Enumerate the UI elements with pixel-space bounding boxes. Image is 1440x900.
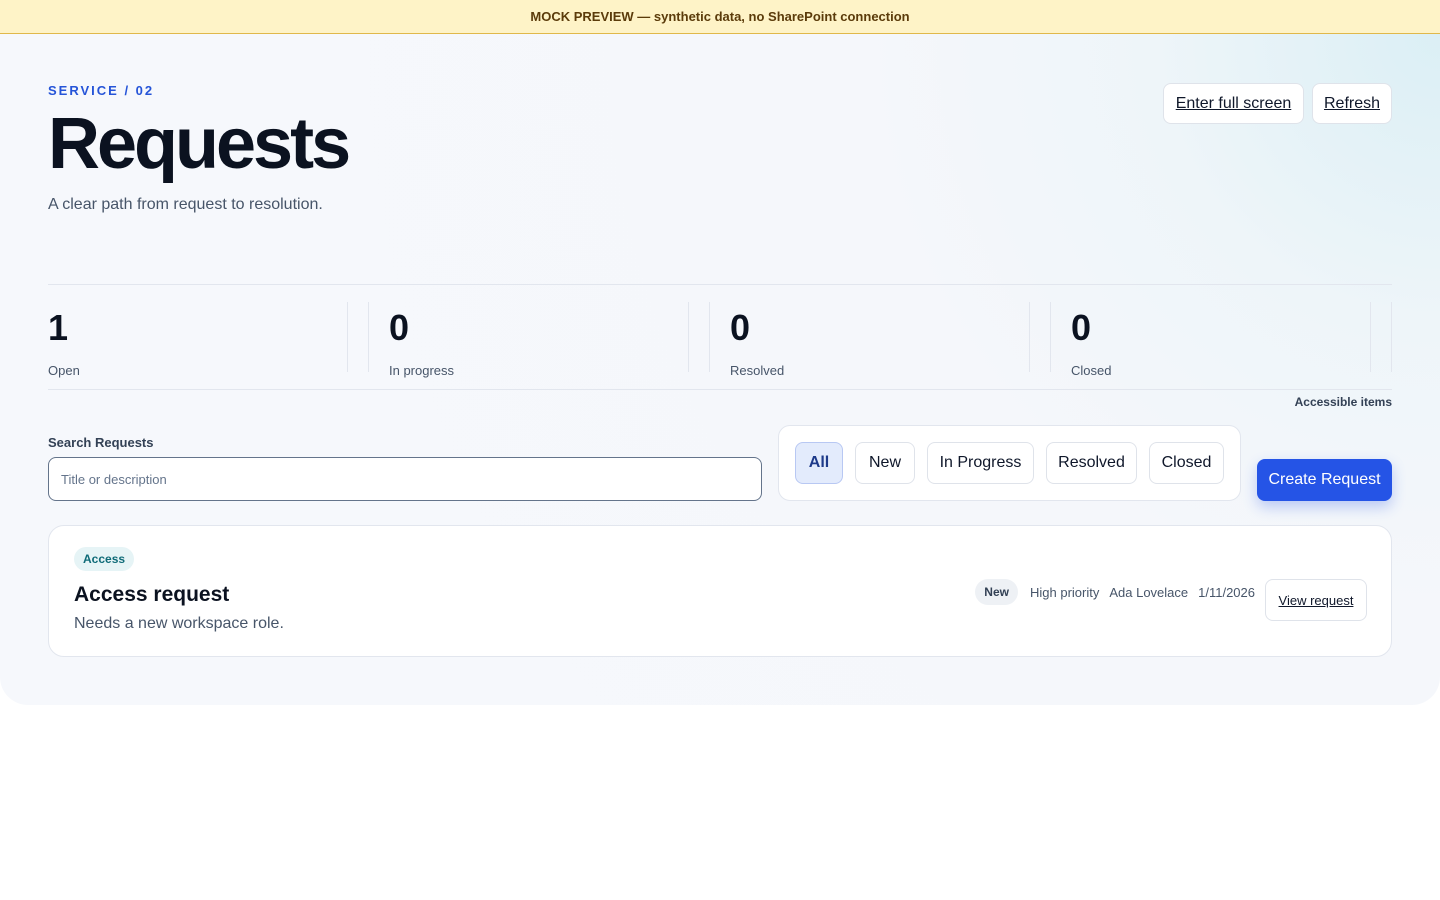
stat-divider xyxy=(1370,302,1371,372)
status-filter-group: All New In Progress Resolved Closed xyxy=(778,425,1241,501)
stat-value: 0 xyxy=(730,307,751,348)
stat-in-progress: 0 In progress xyxy=(389,302,454,379)
filter-resolved[interactable]: Resolved xyxy=(1046,442,1137,484)
banner-text: MOCK PREVIEW — synthetic data, no ShareP… xyxy=(530,9,910,24)
stat-value: 0 xyxy=(389,307,410,348)
request-description: Needs a new workspace role. xyxy=(74,615,284,632)
request-title: Access request xyxy=(74,583,230,606)
stat-divider xyxy=(368,302,369,372)
requests-panel: SERVICE / 02 Requests A clear path from … xyxy=(0,34,1440,705)
filter-closed[interactable]: Closed xyxy=(1149,442,1224,484)
page-title: Requests xyxy=(48,104,351,184)
request-date: 1/11/2026 xyxy=(1198,584,1255,600)
search-input[interactable] xyxy=(48,457,762,501)
refresh-button[interactable]: Refresh xyxy=(1312,83,1392,124)
stat-divider xyxy=(347,302,348,372)
mock-preview-banner: MOCK PREVIEW — synthetic data, no ShareP… xyxy=(0,0,1440,34)
stat-closed: 0 Closed xyxy=(1071,302,1111,379)
stat-divider xyxy=(1050,302,1051,372)
stat-open: 1 Open xyxy=(48,302,80,379)
stat-label: In progress xyxy=(389,363,455,378)
filter-all[interactable]: All xyxy=(795,442,843,484)
stat-divider xyxy=(1391,302,1392,372)
stat-divider xyxy=(709,302,710,372)
stats-bar: 1 Open 0 In progress 0 Resolved 0 Closed xyxy=(48,284,1392,390)
priority-label: High priority xyxy=(1029,584,1100,600)
status-badge: New xyxy=(975,579,1018,605)
enter-full-screen-button[interactable]: Enter full screen xyxy=(1163,83,1304,124)
stat-label: Resolved xyxy=(730,363,785,378)
assignee-name: Ada Lovelace xyxy=(1109,584,1189,600)
stat-divider xyxy=(1029,302,1030,372)
filter-in-progress[interactable]: In Progress xyxy=(927,442,1034,484)
view-request-button[interactable]: View request xyxy=(1265,579,1367,621)
stat-label: Open xyxy=(48,363,80,378)
accessible-items-label: Accessible items xyxy=(1294,395,1392,409)
section-eyebrow: SERVICE / 02 xyxy=(48,83,155,98)
stat-value: 0 xyxy=(1071,307,1092,348)
search-label: Search Requests xyxy=(48,435,154,450)
request-card: Access Access request Needs a new worksp… xyxy=(48,525,1392,657)
request-meta: New High priority Ada Lovelace 1/11/2026 xyxy=(975,579,1255,605)
stat-value: 1 xyxy=(48,307,69,348)
stat-resolved: 0 Resolved xyxy=(730,302,784,379)
filter-new[interactable]: New xyxy=(855,442,915,484)
stat-divider xyxy=(688,302,689,372)
page-subtitle: A clear path from request to resolution. xyxy=(48,196,323,213)
create-request-button[interactable]: Create Request xyxy=(1257,459,1392,501)
category-badge: Access xyxy=(74,547,135,571)
stat-label: Closed xyxy=(1071,363,1112,378)
